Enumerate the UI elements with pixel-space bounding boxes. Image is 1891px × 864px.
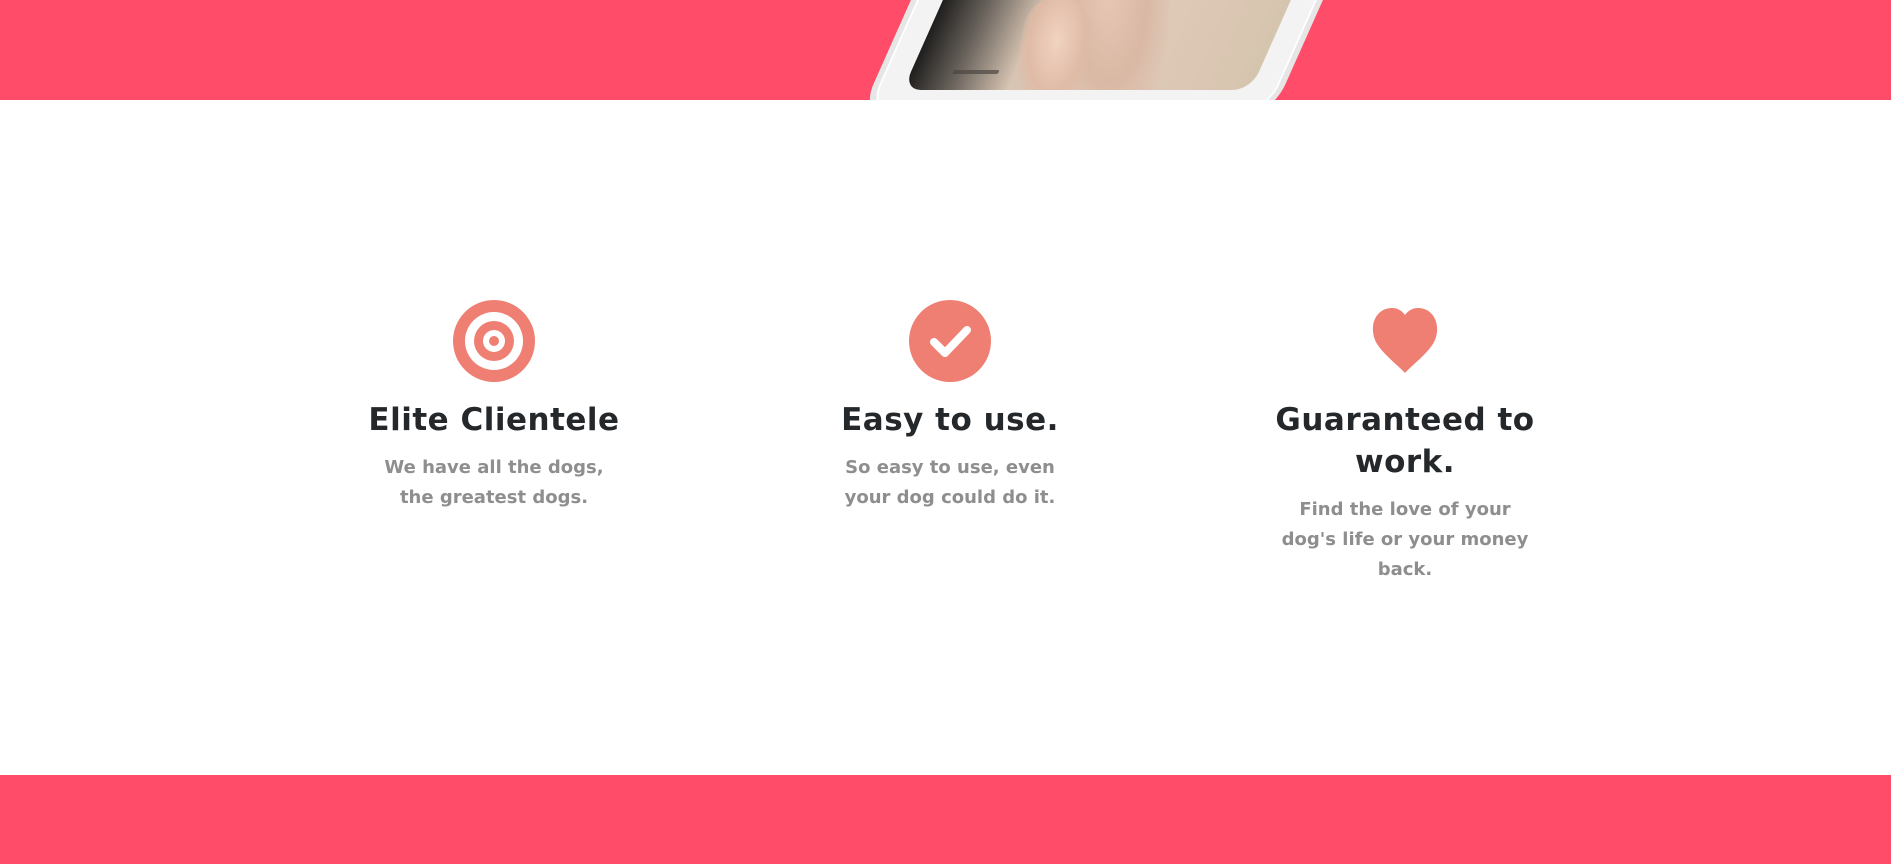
dog-paw-image bbox=[1010, 0, 1099, 90]
feature-title: Guaranteed to work. bbox=[1275, 402, 1535, 480]
feature-title: Easy to use. bbox=[841, 402, 1059, 438]
feature-description: Find the love of your dog's life or your… bbox=[1281, 499, 1529, 580]
phone-screen-image bbox=[902, 0, 1420, 90]
phone-screen-detail bbox=[951, 70, 1000, 74]
top-banner bbox=[0, 0, 1891, 100]
bottom-banner bbox=[0, 775, 1891, 864]
heart-icon bbox=[1364, 300, 1446, 382]
phone-mockup bbox=[856, 0, 1466, 100]
feature-guaranteed: Guaranteed to work. Find the love of you… bbox=[1240, 300, 1570, 585]
feature-easy-to-use: Easy to use. So easy to use, even your d… bbox=[785, 300, 1115, 513]
target-icon bbox=[453, 300, 535, 382]
features-section: Elite Clientele We have all the dogs, th… bbox=[0, 300, 1891, 600]
feature-elite-clientele: Elite Clientele We have all the dogs, th… bbox=[329, 300, 659, 513]
feature-description: So easy to use, even your dog could do i… bbox=[844, 457, 1056, 508]
check-circle-icon bbox=[909, 300, 991, 382]
feature-title: Elite Clientele bbox=[368, 402, 620, 438]
page: Elite Clientele We have all the dogs, th… bbox=[0, 0, 1891, 864]
phone-mockup-crop bbox=[0, 0, 1891, 100]
feature-description: We have all the dogs, the greatest dogs. bbox=[384, 457, 604, 508]
